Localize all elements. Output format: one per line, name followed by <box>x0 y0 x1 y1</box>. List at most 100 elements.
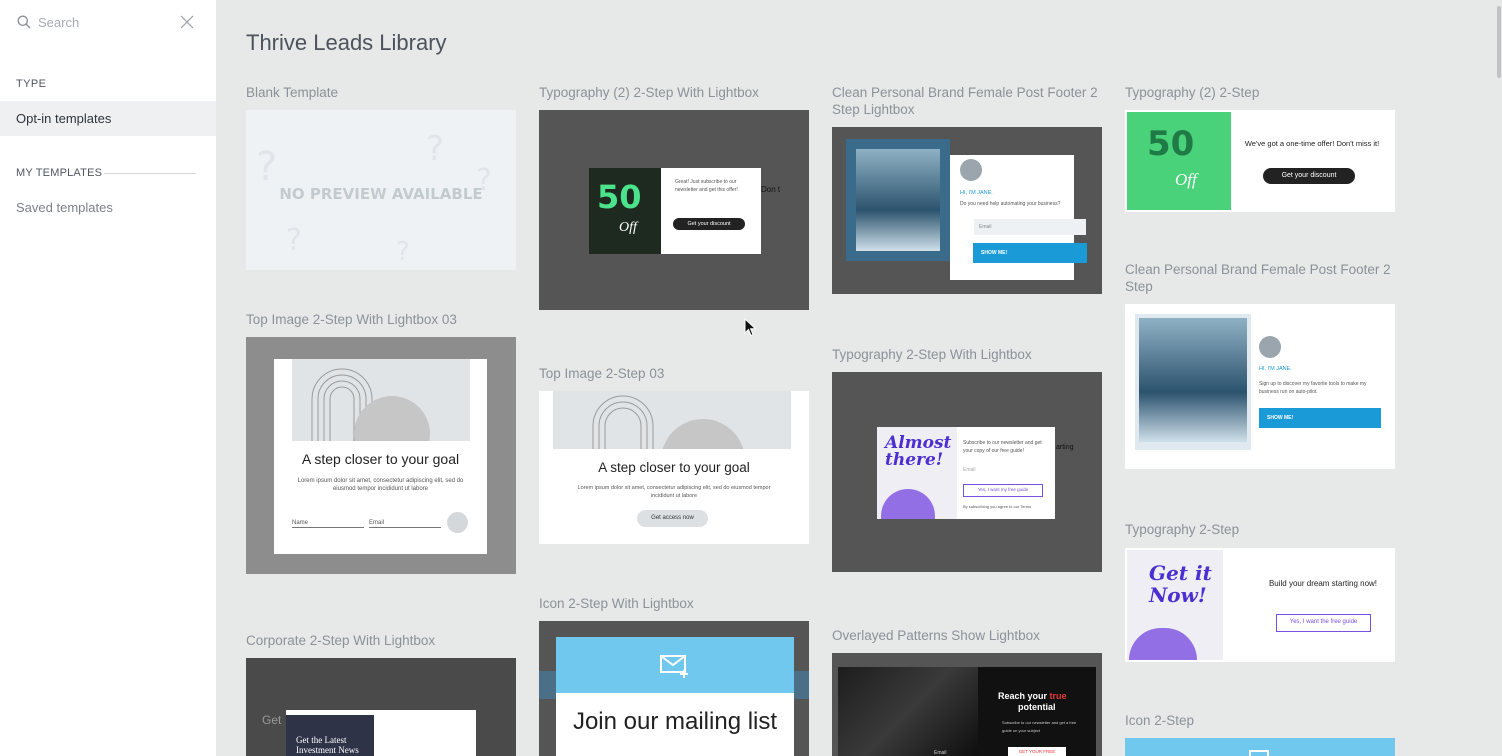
cta-button: Get your discount <box>673 218 745 230</box>
photo-image <box>1135 314 1251 450</box>
template-title[interactable]: Typography 2-Step With Lightbox <box>832 346 1102 363</box>
cta-button: Yes, I want my free guide <box>963 484 1043 497</box>
popup-body: Lorem ipsum dolor sit amet, consectetur … <box>577 485 771 499</box>
send-icon <box>447 512 468 533</box>
popup: Reach your true potential Subscribe to o… <box>838 667 1096 756</box>
greeting: HI, I'M JANE. <box>960 190 993 196</box>
popup-headline: Reach your true <box>998 691 1067 701</box>
cta-button: Get your discount <box>1263 168 1355 184</box>
template-card-icon-2step[interactable] <box>1125 738 1395 756</box>
avatar <box>960 159 982 181</box>
search-bar <box>0 0 216 44</box>
popup-text: Subscribe to our newsletter and get your… <box>963 440 1042 454</box>
popup-body: Lorem ipsum dolor sit amet, consectetur … <box>297 478 464 492</box>
template-card-top-image-lightbox-03[interactable]: A step closer to your goal Lorem ipsum d… <box>246 337 516 574</box>
popup-text: We've got a one-time offer! Don't miss i… <box>1244 139 1380 148</box>
arch-pattern-image <box>311 368 430 472</box>
type-heading: TYPE <box>16 78 47 90</box>
svg-text:?: ? <box>396 237 410 267</box>
popup-art: Almost there! <box>877 427 957 519</box>
popup-headline: A step closer to your goal <box>301 451 460 467</box>
template-title[interactable]: Corporate 2-Step With Lightbox <box>246 632 516 649</box>
svg-text:?: ? <box>256 144 277 190</box>
no-preview-text: NO PREVIEW AVAILABLE <box>279 185 483 203</box>
template-card-icon-lightbox[interactable]: Join our mailing list <box>539 621 809 756</box>
side-text: arting <box>1056 444 1074 451</box>
template-card-overlayed-patterns[interactable]: Reach your true potential Subscribe to o… <box>832 653 1102 756</box>
template-title[interactable]: Typography (2) 2-Step With Lightbox <box>539 84 809 101</box>
svg-text:?: ? <box>426 129 444 169</box>
cta-button: SHOW ME! <box>1259 408 1381 428</box>
search-input[interactable] <box>38 12 178 32</box>
popup-text: Build your dream starting now! <box>1268 579 1378 588</box>
avatar <box>1259 336 1281 358</box>
template-title[interactable]: Typography (2) 2-Step <box>1125 84 1395 101</box>
template-title[interactable]: Clean Personal Brand Female Post Footer … <box>1125 261 1395 295</box>
svg-text:?: ? <box>286 223 302 258</box>
popup-image <box>292 359 470 472</box>
template-card-jane-lightbox[interactable]: HI, I'M JANE. Do you need help automatin… <box>832 127 1102 294</box>
popup: Join our mailing list <box>556 637 794 756</box>
email-field: Email <box>974 219 1086 235</box>
name-field: Name <box>292 519 364 528</box>
template-title[interactable]: Clean Personal Brand Female Post Footer … <box>832 84 1102 118</box>
offer-badge-image: 50 Off <box>589 168 661 254</box>
mouse-cursor-icon <box>744 318 757 337</box>
popup-headline: Get the Latest Investment News <box>286 715 374 756</box>
divider <box>104 173 196 174</box>
offer-badge-image: 50 Off <box>1127 112 1231 210</box>
popup-headline: Join our mailing list <box>572 708 778 735</box>
popup: HI, I'M JANE. Do you need help automatin… <box>950 155 1087 280</box>
popup-text: Do you need help automating your busines… <box>960 201 1061 207</box>
popup-headline: A step closer to your goal <box>598 460 750 475</box>
sidebar: TYPE Opt-in templates MY TEMPLATES Saved… <box>0 0 216 756</box>
fine-print: By subscribing you agree to our Terms <box>963 504 1032 509</box>
popup-header <box>556 637 794 693</box>
my-templates-heading: MY TEMPLATES <box>16 167 103 179</box>
side-text: Get <box>262 713 282 727</box>
template-card-typography-2step[interactable]: Get it Now! Build your dream starting no… <box>1125 548 1395 662</box>
template-card-jane[interactable]: HI, I'M JANE. Sign up to discover my fav… <box>1125 304 1395 469</box>
template-card-typography-lightbox[interactable]: arting Almost there! Subscribe to our ne… <box>832 372 1102 572</box>
popup-text: Subscribe to our newsletter and get a fr… <box>1002 720 1077 733</box>
template-card-corporate-lightbox[interactable]: Get Get the Latest Investment News <box>246 658 516 756</box>
template-card-top-image-03[interactable]: A step closer to your goal Lorem ipsum d… <box>539 391 809 544</box>
close-icon[interactable] <box>180 15 194 29</box>
template-title[interactable]: Icon 2-Step With Lightbox <box>539 595 809 612</box>
template-card-typography-2[interactable]: 50 Off We've got a one-time offer! Don't… <box>1125 110 1395 212</box>
photo-image <box>846 139 950 261</box>
arch-pattern-image <box>592 395 745 503</box>
popup-image <box>838 667 978 756</box>
mail-icon <box>1249 750 1269 756</box>
cta-button: Yes, I want the free guide <box>1276 614 1371 632</box>
cta-button: GET YOUR FREE <box>1008 747 1066 756</box>
email-label: Email <box>934 750 947 756</box>
scrollbar[interactable] <box>1494 0 1502 756</box>
popup: A step closer to your goal Lorem ipsum d… <box>274 359 487 554</box>
cta-button: SHOW ME! <box>973 243 1087 263</box>
side-text: Don t <box>761 185 781 194</box>
template-title[interactable]: Blank Template <box>246 84 516 101</box>
template-title[interactable]: Overlayed Patterns Show Lightbox <box>832 627 1102 644</box>
popup-text: Great! Just subscribe to our newsletter … <box>675 179 738 193</box>
template-card-typography-2-lightbox[interactable]: Don t 50 Off Great! Just subscribe to ou… <box>539 110 809 310</box>
template-card-blank[interactable]: ? ? ? ? ? NO PREVIEW AVAILABLE <box>246 110 516 270</box>
popup-art: Get it Now! <box>1127 550 1223 660</box>
popup: Get the Latest Investment News <box>286 710 476 756</box>
popup: Great! Just subscribe to our newsletter … <box>661 168 761 254</box>
popup: Almost there! Subscribe to our newslette… <box>877 427 1055 519</box>
popup-text: Sign up to discover my favorite tools to… <box>1259 381 1367 395</box>
template-title[interactable]: Top Image 2-Step With Lightbox 03 <box>246 311 516 328</box>
template-title[interactable]: Typography 2-Step <box>1125 521 1395 538</box>
sidebar-item-opt-in-templates[interactable]: Opt-in templates <box>0 101 216 136</box>
email-field: Email <box>369 519 441 528</box>
page-title: Thrive Leads Library <box>246 30 447 55</box>
search-icon <box>17 15 31 29</box>
template-title[interactable]: Top Image 2-Step 03 <box>539 365 809 382</box>
mail-icon <box>660 655 688 678</box>
template-title[interactable]: Icon 2-Step <box>1125 712 1395 729</box>
email-field: Email <box>963 467 976 473</box>
popup-image <box>553 391 791 503</box>
scrollbar-thumb[interactable] <box>1497 6 1501 78</box>
sidebar-item-saved-templates[interactable]: Saved templates <box>16 200 113 215</box>
